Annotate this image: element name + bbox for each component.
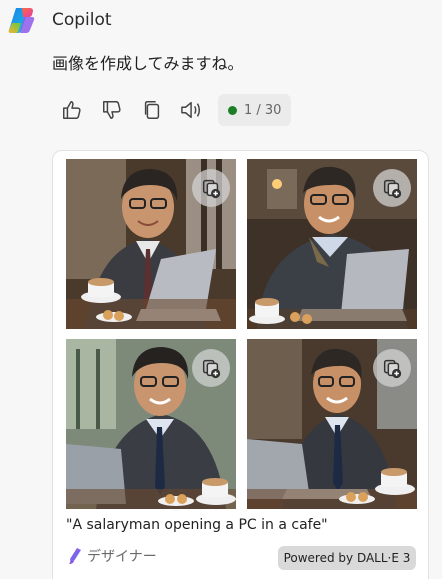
thumbs-down-button[interactable]	[92, 93, 132, 127]
powered-by-dalle-badge[interactable]: Powered by DALL·E 3	[278, 546, 416, 570]
image-prompt-caption: "A salaryman opening a PC in a cafe"	[66, 517, 328, 533]
save-to-collection-icon	[383, 359, 402, 379]
generated-image-2[interactable]	[247, 159, 417, 329]
thumbs-down-icon	[103, 101, 121, 119]
save-image-button[interactable]	[192, 169, 230, 207]
thumbs-up-icon	[63, 101, 81, 119]
save-to-collection-icon	[202, 359, 221, 379]
save-image-button[interactable]	[192, 349, 230, 387]
save-image-button[interactable]	[373, 169, 411, 207]
designer-link[interactable]: デザイナー	[67, 545, 157, 567]
copy-icon	[144, 101, 160, 119]
read-aloud-button[interactable]	[172, 93, 212, 127]
designer-icon	[69, 548, 81, 564]
response-counter-text: 1 / 30	[244, 102, 282, 118]
copilot-logo-icon	[6, 4, 38, 36]
image-result-card: "A salaryman opening a PC in a cafe" デザイ…	[52, 150, 429, 579]
designer-label: デザイナー	[87, 549, 157, 565]
generated-image-1[interactable]	[66, 159, 236, 329]
copy-button[interactable]	[132, 93, 172, 127]
response-counter: 1 / 30	[218, 94, 292, 126]
app-name: Copilot	[52, 10, 112, 30]
generated-image-3[interactable]	[66, 339, 236, 509]
speaker-icon	[181, 101, 201, 119]
assistant-message: 画像を作成してみますね。	[52, 54, 244, 73]
save-to-collection-icon	[202, 179, 221, 199]
message-actions: 1 / 30	[52, 93, 292, 127]
thumbs-up-button[interactable]	[52, 93, 92, 127]
generated-image-4[interactable]	[247, 339, 417, 509]
save-image-button[interactable]	[373, 349, 411, 387]
status-dot	[228, 105, 237, 115]
chat-header: Copilot	[6, 4, 112, 36]
save-to-collection-icon	[383, 179, 402, 199]
